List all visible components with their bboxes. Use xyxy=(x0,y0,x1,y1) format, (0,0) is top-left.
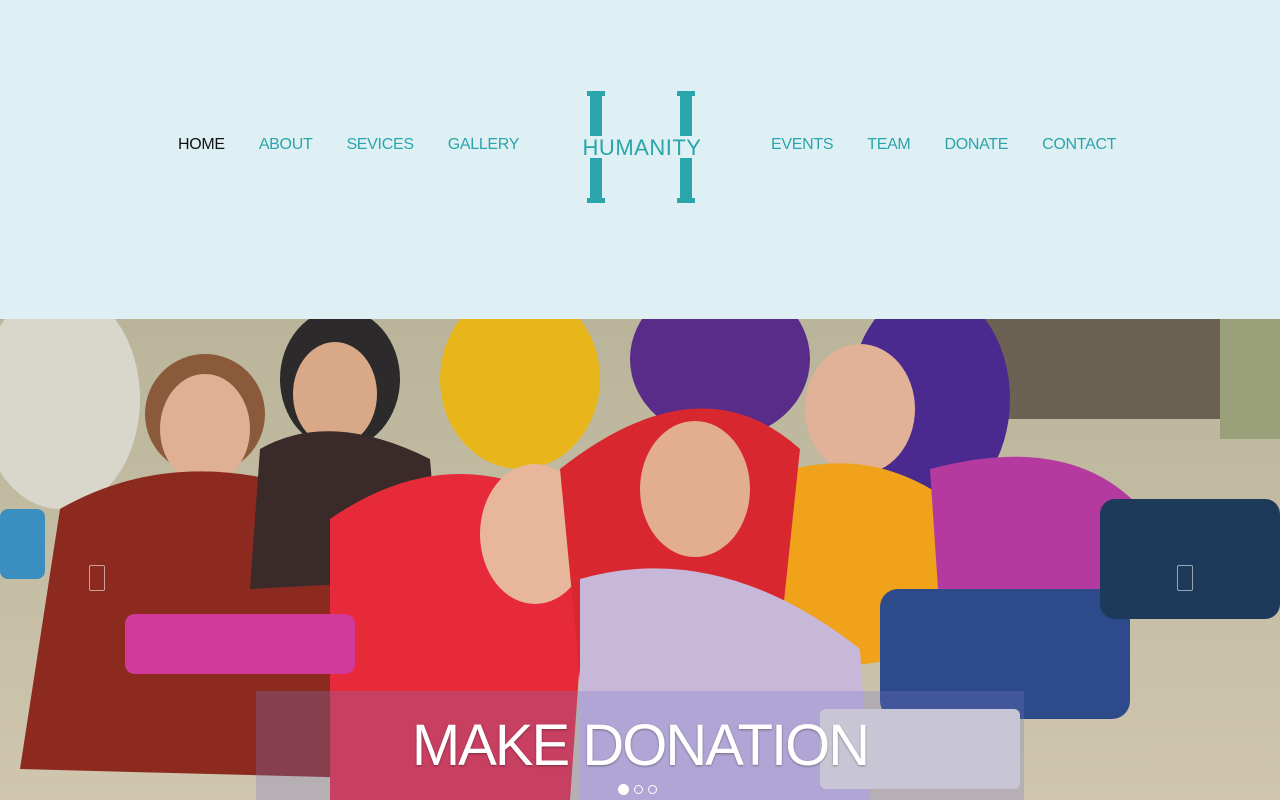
slider-next-button[interactable] xyxy=(1177,565,1193,591)
logo-monogram-icon: HUMANITY xyxy=(583,91,702,203)
nav-team[interactable]: TEAM xyxy=(867,136,911,154)
nav-left: HOME ABOUT SEVICES GALLERY xyxy=(178,136,553,154)
slider-dot-1[interactable] xyxy=(618,784,629,795)
slider-dots xyxy=(618,784,662,795)
nav-gallery[interactable]: GALLERY xyxy=(448,136,520,154)
nav-contact[interactable]: CONTACT xyxy=(1042,136,1116,154)
nav-services[interactable]: SEVICES xyxy=(346,136,414,154)
nav-events[interactable]: EVENTS xyxy=(771,136,834,154)
nav-home[interactable]: HOME xyxy=(178,136,225,154)
site-header: HOME ABOUT SEVICES GALLERY HUMANITY EVEN… xyxy=(0,0,1280,319)
slider-dot-2[interactable] xyxy=(634,785,643,794)
nav-about[interactable]: ABOUT xyxy=(259,136,313,154)
nav-donate[interactable]: DONATE xyxy=(944,136,1008,154)
slider-dot-3[interactable] xyxy=(648,785,657,794)
hero-caption-title: MAKE DONATION xyxy=(411,713,870,778)
slider-prev-button[interactable] xyxy=(89,565,105,591)
humanity-logo[interactable]: HUMANITY xyxy=(578,88,706,208)
nav-right: EVENTS TEAM DONATE CONTACT xyxy=(771,136,1150,154)
logo-text: HUMANITY xyxy=(583,135,702,160)
